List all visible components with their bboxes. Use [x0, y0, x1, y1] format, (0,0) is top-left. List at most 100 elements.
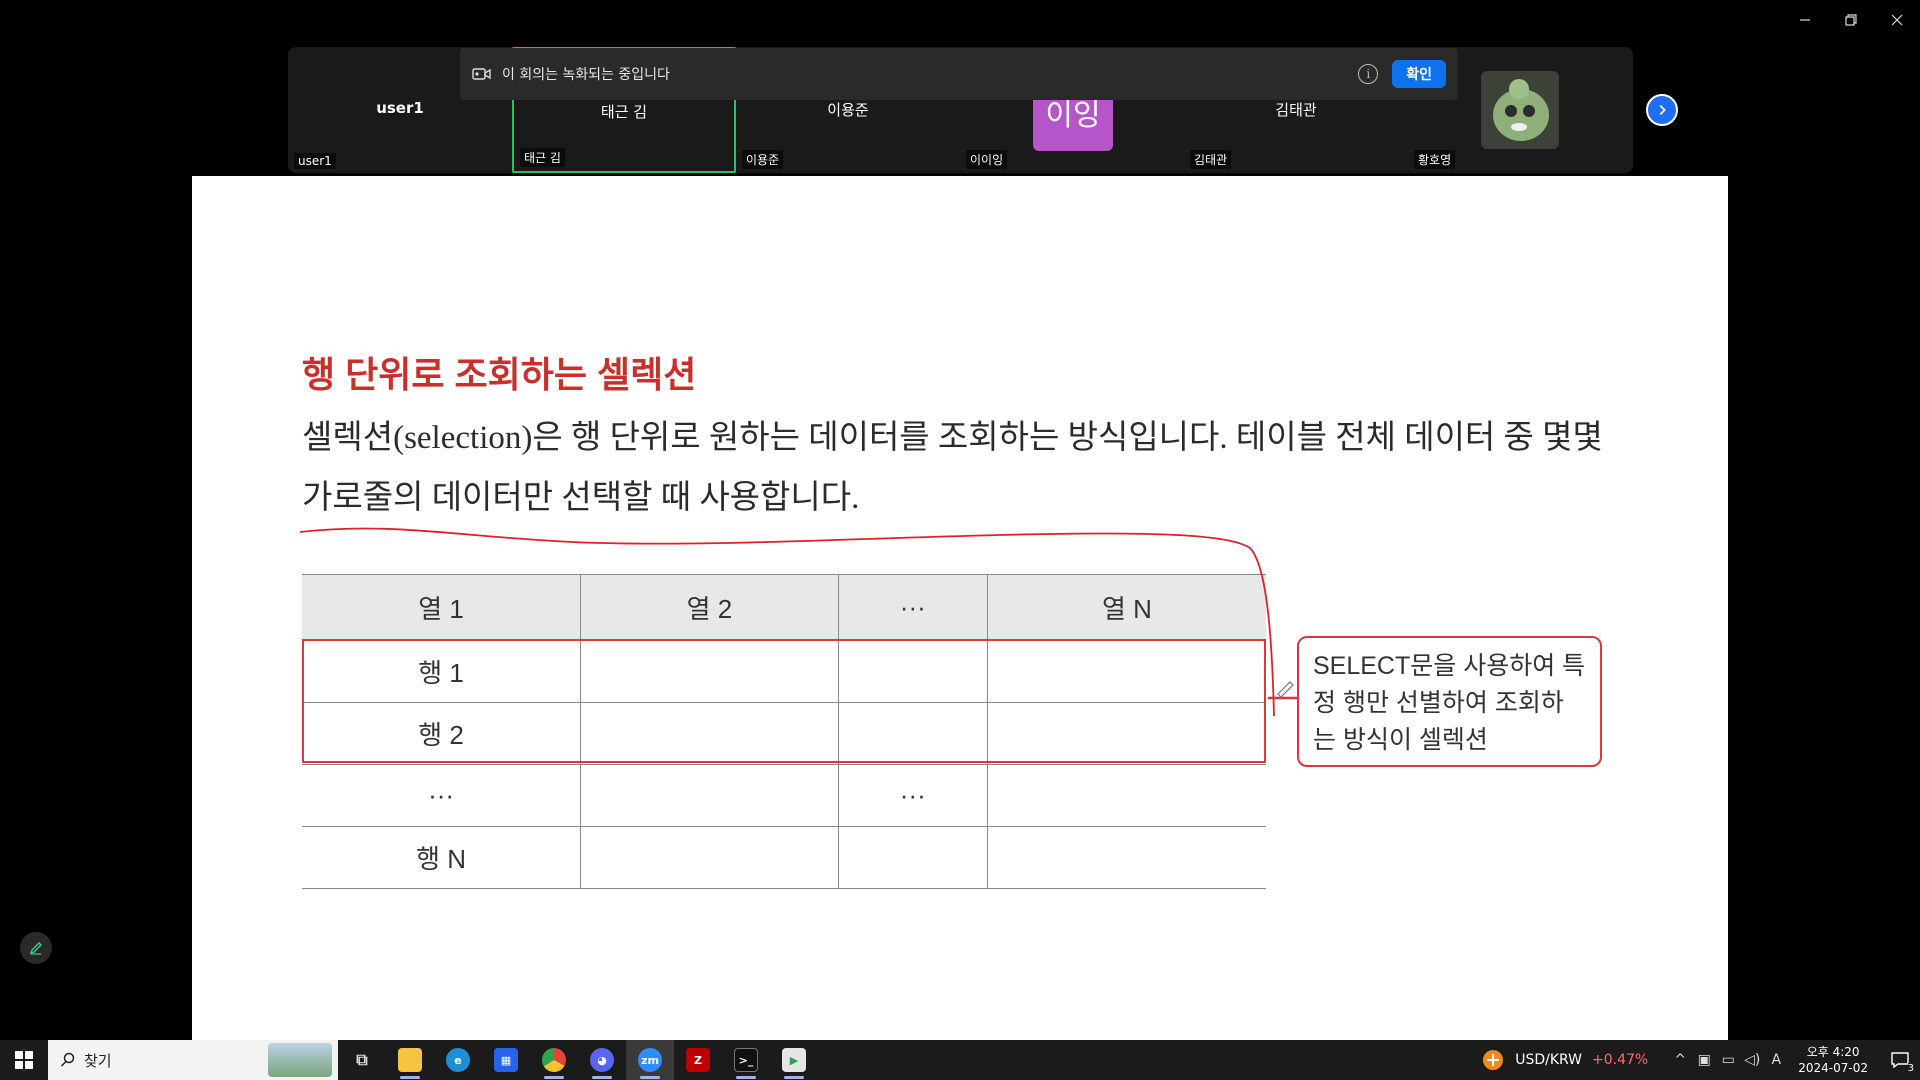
- windows-logo-icon: [15, 1051, 33, 1069]
- zoom-icon: zm: [638, 1048, 662, 1072]
- edge-icon: e: [446, 1048, 470, 1072]
- participant-label: 이이잉: [966, 150, 1008, 169]
- currency-widget[interactable]: USD/KRW +0.47%: [1481, 1048, 1648, 1072]
- table-row: ··· ···: [302, 764, 1266, 827]
- folder-icon: [398, 1048, 422, 1072]
- meeting-icon[interactable]: ▣: [1692, 1052, 1716, 1068]
- table-cell: 행 1: [302, 640, 582, 703]
- ime-indicator[interactable]: A: [1764, 1052, 1788, 1068]
- search-highlight-image: [268, 1043, 332, 1077]
- discord-icon: ◕: [590, 1048, 614, 1072]
- pencil-cursor-icon: [1277, 681, 1294, 698]
- currency-widget-icon: [1483, 1050, 1504, 1070]
- store-button[interactable]: ▦: [482, 1040, 530, 1080]
- shared-slide: 행 단위로 조회하는 셀렉션 셀렉션(selection)은 행 단위로 원하는…: [192, 176, 1728, 1040]
- participant-center-name: 김태관: [1275, 101, 1317, 119]
- notification-button[interactable]: 3: [1880, 1040, 1920, 1080]
- minimize-icon: [1800, 19, 1810, 21]
- chevron-up-icon[interactable]: ^: [1668, 1052, 1692, 1068]
- table-cell: 행 2: [302, 702, 582, 765]
- table-cell: ···: [302, 764, 582, 827]
- network-icon[interactable]: ▭: [1716, 1052, 1740, 1068]
- chrome-icon: [542, 1048, 566, 1072]
- volume-icon[interactable]: ◁): [1740, 1052, 1764, 1068]
- media-app-button[interactable]: ▶: [770, 1040, 818, 1080]
- table-row: 행 1: [302, 640, 1266, 703]
- table-row: 행 N: [302, 826, 1266, 889]
- recording-camera-icon: [472, 68, 491, 80]
- store-icon: ▦: [494, 1048, 518, 1072]
- participant-center-name: 태근 김: [600, 103, 648, 121]
- confirm-button[interactable]: 확인: [1392, 60, 1446, 88]
- task-view-icon: ⧉: [356, 1050, 368, 1069]
- table-cell: [580, 826, 839, 889]
- notification-count: 3: [1907, 1063, 1914, 1074]
- filezilla-icon: Z: [686, 1048, 710, 1072]
- table-cell: [838, 640, 988, 703]
- table-cell: [580, 640, 839, 703]
- table-cell: ···: [838, 764, 988, 827]
- participant-photo-avatar: [1481, 71, 1559, 149]
- table-cell: [987, 703, 1266, 765]
- restore-icon: [1845, 14, 1857, 26]
- fx-pair: USD/KRW: [1515, 1052, 1583, 1068]
- taskbar-search-box[interactable]: 찾기: [48, 1040, 338, 1080]
- participant-center-name: user1: [376, 99, 424, 117]
- filezilla-button[interactable]: Z: [674, 1040, 722, 1080]
- participant-label: user1: [294, 153, 336, 169]
- strip-next-button[interactable]: [1646, 94, 1678, 126]
- participant-label: 이용준: [742, 150, 784, 169]
- search-icon: [60, 1052, 75, 1067]
- system-tray: USD/KRW +0.47% ^ ▣ ▭ ◁) A 오후 4:20 2024-0…: [1481, 1040, 1920, 1080]
- table-header-row: 열 1 열 2 ··· 열 N: [302, 574, 1266, 641]
- participant-avatar: 이잉: [1033, 91, 1113, 151]
- start-button[interactable]: [0, 1040, 48, 1080]
- file-explorer-button[interactable]: [386, 1040, 434, 1080]
- selection-table: 열 1 열 2 ··· 열 N 행 1 행 2 ··· ··· 행 N: [302, 574, 1266, 889]
- table-cell: [987, 765, 1266, 827]
- participant-label: 김태관: [1190, 150, 1232, 169]
- table-cell: 행 N: [302, 826, 582, 889]
- window-controls: [1782, 0, 1920, 40]
- pencil-icon: [29, 942, 42, 955]
- clock[interactable]: 오후 4:20 2024-07-02: [1798, 1044, 1868, 1076]
- callout-box: SELECT문을 사용하여 특정 행만 선별하여 조회하는 방식이 셀렉션: [1297, 636, 1602, 767]
- recording-text: 이 회의는 녹화되는 중입니다: [502, 67, 670, 83]
- table-cell: [580, 702, 839, 765]
- table-cell: [838, 826, 988, 889]
- chrome-button[interactable]: [530, 1040, 578, 1080]
- restore-button[interactable]: [1828, 0, 1874, 40]
- close-button[interactable]: [1874, 0, 1920, 40]
- media-icon: ▶: [782, 1048, 806, 1072]
- zoom-button[interactable]: zm: [626, 1040, 674, 1080]
- clock-date: 2024-07-02: [1798, 1061, 1868, 1075]
- participant-label: 황호영: [1414, 150, 1456, 169]
- table-header-cell: 열 N: [987, 574, 1266, 641]
- table-cell: [987, 827, 1266, 889]
- participant-center-name: 이용준: [827, 101, 869, 119]
- slide-title: 행 단위로 조회하는 셀렉션: [302, 354, 697, 395]
- table-header-cell: ···: [838, 574, 988, 641]
- table-cell: [987, 641, 1266, 703]
- table-row: 행 2: [302, 702, 1266, 765]
- minimize-button[interactable]: [1782, 0, 1828, 40]
- info-icon[interactable]: i: [1358, 64, 1379, 84]
- edge-button[interactable]: e: [434, 1040, 482, 1080]
- chevron-right-icon: [1659, 105, 1666, 115]
- annotate-button[interactable]: [20, 932, 52, 964]
- search-placeholder: 찾기: [84, 1051, 112, 1070]
- slide-body-text: 셀렉션(selection)은 행 단위로 원하는 데이터를 조회하는 방식입니…: [302, 420, 1603, 516]
- close-icon: [1891, 14, 1903, 26]
- table-header-cell: 열 1: [302, 574, 582, 641]
- fx-change: +0.47%: [1592, 1052, 1649, 1068]
- recording-banner: 이 회의는 녹화되는 중입니다 i 확인: [460, 48, 1458, 100]
- taskbar: 찾기 ⧉ e ▦ ◕ zm Z >_ ▶ USD/KRW +0.47% ^ ▣ …: [0, 1040, 1920, 1080]
- terminal-button[interactable]: >_: [722, 1040, 770, 1080]
- table-header-cell: 열 2: [580, 574, 839, 641]
- participant-label: 태근 김: [520, 148, 565, 167]
- task-view-button[interactable]: ⧉: [338, 1040, 386, 1080]
- table-cell: [580, 764, 839, 827]
- clock-time: 오후 4:20: [1806, 1045, 1860, 1059]
- discord-button[interactable]: ◕: [578, 1040, 626, 1080]
- terminal-icon: >_: [734, 1048, 758, 1072]
